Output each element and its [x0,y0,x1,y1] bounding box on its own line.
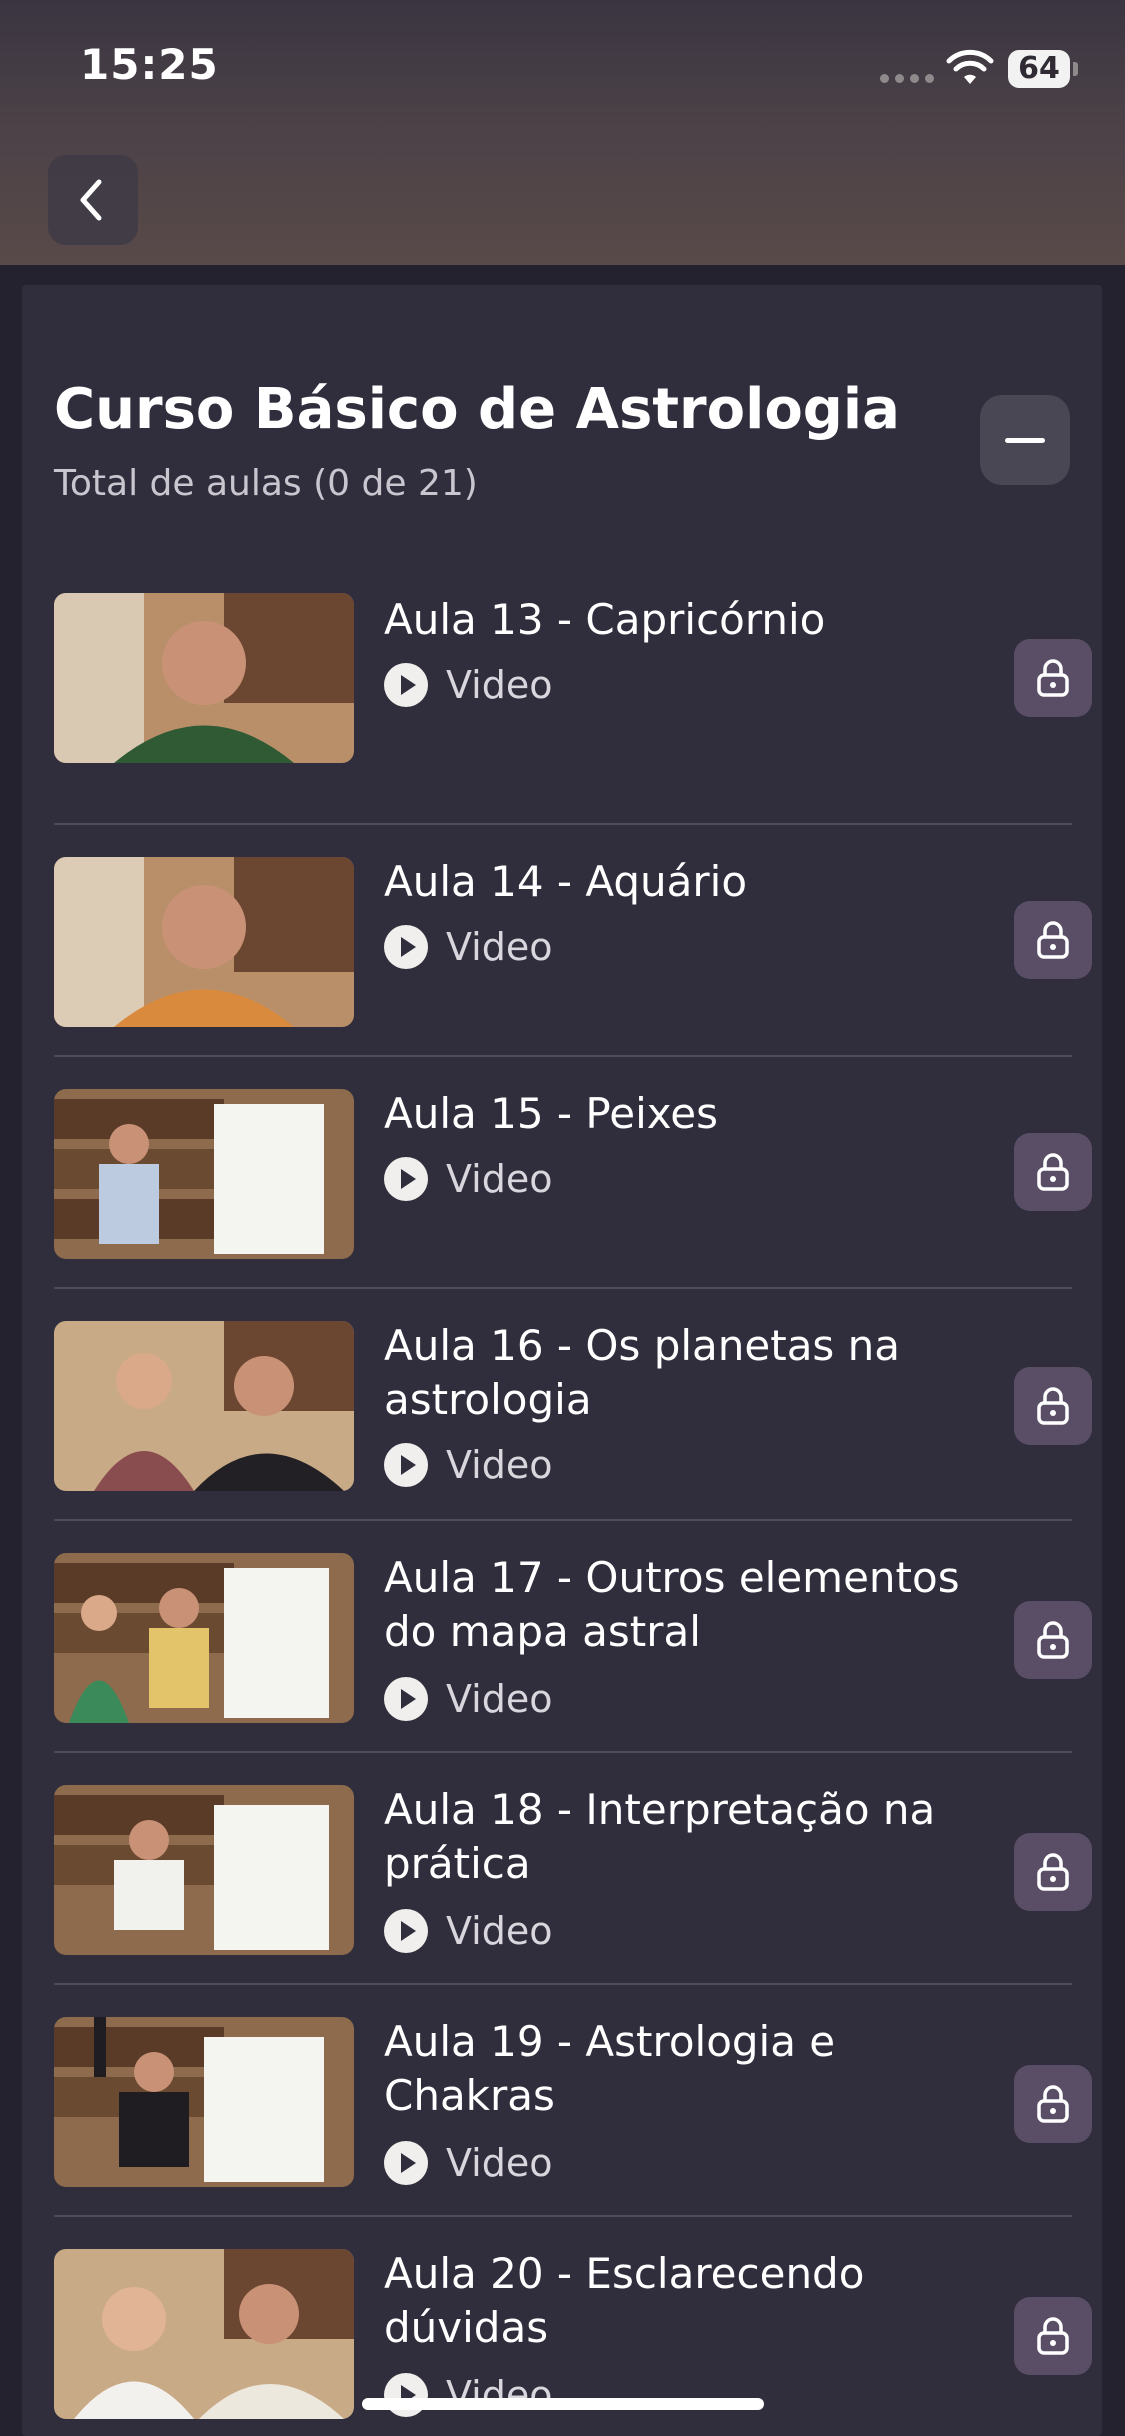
home-indicator [362,2398,764,2410]
lesson-item[interactable]: Aula 15 - Peixes Video [54,1057,1092,1289]
play-icon [384,1909,428,1953]
lock-icon [1037,2085,1069,2123]
lesson-item[interactable]: Aula 18 - Interpretação na prática Video [54,1753,1092,1985]
play-icon [384,663,428,707]
battery-icon: 64 [1008,50,1070,88]
lock-button[interactable] [1014,2065,1092,2143]
lesson-thumbnail [54,2017,354,2187]
course-card: Curso Básico de Astrologia Total de aula… [22,285,1102,2436]
lesson-item[interactable]: Aula 16 - Os planetas na astrologia Vide… [54,1289,1092,1521]
battery-tip [1073,62,1078,76]
play-icon [384,1443,428,1487]
lock-button[interactable] [1014,1133,1092,1211]
lesson-type: Video [384,1443,552,1487]
lock-icon [1037,1621,1069,1659]
chevron-left-icon [80,179,102,221]
back-button[interactable] [48,155,138,245]
lesson-item[interactable]: Aula 13 - Capricórnio Video [54,593,1092,825]
lock-icon [1037,1153,1069,1191]
lesson-type: Video [384,925,552,969]
lock-button[interactable] [1014,901,1092,979]
lesson-title: Aula 14 - Aquário [384,857,748,906]
lesson-type-label: Video [446,1157,553,1201]
lesson-thumbnail [54,1321,354,1491]
wifi-icon [946,49,994,84]
lesson-type: Video [384,663,552,707]
lesson-type: Video [384,1157,552,1201]
play-icon [384,2141,428,2185]
lesson-title: Aula 13 - Capricórnio [384,595,826,644]
minus-icon [1005,437,1045,443]
lock-icon [1037,1387,1069,1425]
lesson-type-label: Video [446,1909,553,1953]
lesson-thumbnail [54,593,354,763]
lesson-title: Aula 20 - Esclarecendo dúvidas [384,2249,865,2352]
course-title: Curso Básico de Astrologia [54,377,900,442]
status-bar: 15:25 64 [0,0,1125,140]
play-icon [384,1157,428,1201]
lesson-type-label: Video [446,1443,553,1487]
lesson-title: Aula 16 - Os planetas na astrologia [384,1321,901,1424]
lesson-title: Aula 17 - Outros elementos do mapa astra… [384,1553,960,1656]
course-progress: Total de aulas (0 de 21) [54,463,478,504]
lock-button[interactable] [1014,2297,1092,2375]
lock-button[interactable] [1014,639,1092,717]
lesson-item[interactable]: Aula 17 - Outros elementos do mapa astra… [54,1521,1092,1753]
status-time: 15:25 [80,40,219,89]
lesson-type-label: Video [446,663,553,707]
play-icon [384,925,428,969]
lesson-thumbnail [54,1553,354,1723]
lesson-title: Aula 15 - Peixes [384,1089,719,1138]
lock-icon [1037,1853,1069,1891]
lock-icon [1037,2317,1069,2355]
lesson-title: Aula 19 - Astrologia e Chakras [384,2017,836,2120]
play-icon [384,2373,428,2417]
lesson-type: Video [384,2141,552,2185]
lesson-type-label: Video [446,2373,553,2417]
battery-level: 64 [1018,51,1060,86]
lock-button[interactable] [1014,1367,1092,1445]
lock-button[interactable] [1014,1833,1092,1911]
lesson-thumbnail [54,1785,354,1955]
lesson-type-label: Video [446,925,553,969]
lesson-item[interactable]: Aula 14 - Aquário Video [54,825,1092,1057]
lesson-type-label: Video [446,1677,553,1721]
lesson-thumbnail [54,1089,354,1259]
lock-icon [1037,659,1069,697]
lesson-type-label: Video [446,2141,553,2185]
lesson-type: Video [384,1909,552,1953]
collapse-button[interactable] [980,395,1070,485]
cellular-signal-icon [880,74,934,83]
lesson-thumbnail [54,857,354,1027]
lesson-type: Video [384,2373,552,2417]
lesson-title: Aula 18 - Interpretação na prática [384,1785,936,1888]
lock-button[interactable] [1014,1601,1092,1679]
play-icon [384,1677,428,1721]
lock-icon [1037,921,1069,959]
lesson-type: Video [384,1677,552,1721]
lesson-thumbnail [54,2249,354,2419]
lesson-list: Aula 13 - Capricórnio Video Aula 14 - Aq… [54,593,1092,2419]
lesson-item[interactable]: Aula 19 - Astrologia e Chakras Video [54,1985,1092,2217]
lesson-item[interactable]: Aula 20 - Esclarecendo dúvidas Video [54,2217,1092,2419]
